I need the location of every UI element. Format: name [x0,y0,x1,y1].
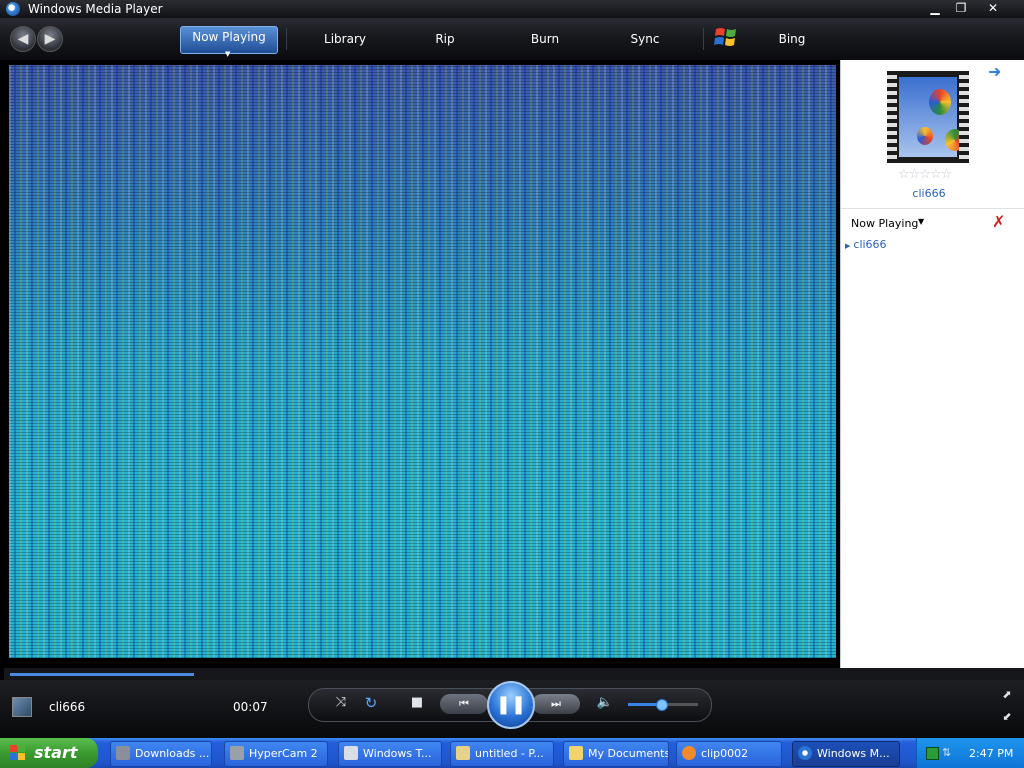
taskbar-item-label: HyperCam 2 [249,747,318,760]
volume-slider-thumb[interactable] [656,699,668,711]
start-button[interactable]: start [0,738,98,768]
album-art[interactable] [887,71,969,163]
taskbar-item-label: Downloads ... [135,747,210,760]
next-button[interactable]: ⏭ [532,694,580,714]
switch-to-library-icon[interactable]: ⬈ [1000,688,1014,701]
full-screen-icon[interactable]: ⬋ [1000,710,1014,723]
previous-button[interactable]: ⏮ [440,694,488,714]
folder-icon [569,746,583,760]
forward-button[interactable]: ▶ [37,26,63,52]
playlist-item[interactable]: ▶ cli666 [845,238,887,251]
nav-divider [703,28,704,50]
taskbar-item-windows-task[interactable]: Windows T... [338,741,442,767]
balloon-icon [917,127,933,145]
start-label: start [34,743,78,762]
media-icon [682,746,696,760]
tray-status-icon[interactable] [926,747,939,760]
taskbar-item-label: clip0002 [701,747,749,760]
taskbar-item-label: untitled - P... [475,747,544,760]
hypercam-icon [230,746,244,760]
taskbar-item-label: Windows T... [363,747,432,760]
nav-divider [286,28,287,50]
repeat-icon[interactable]: ↻ [362,694,380,712]
chevron-down-icon[interactable]: ▼ [918,217,924,226]
clear-list-icon[interactable]: ✗ [992,212,1005,231]
minimize-button[interactable]: ▁ [924,0,946,17]
title-bar: Windows Media Player ▁ ❐ ✕ [0,0,1024,18]
pane-divider [841,208,1024,209]
back-button[interactable]: ◀ [10,26,36,52]
nav-bar [0,18,1024,60]
tab-sync[interactable]: Sync [615,32,675,46]
taskbar-item-label: My Documents [588,747,669,760]
tab-bing[interactable]: Bing [760,32,824,46]
windows-flag-icon [10,745,25,760]
windows-flag-icon [714,28,736,46]
taskbar-item-clip[interactable]: clip0002 [676,741,782,767]
close-button[interactable]: ✕ [982,0,1004,17]
playlist-item-label: cli666 [853,238,887,251]
film-strip-icon [959,71,969,163]
taskbar-item-label: Windows M... [817,747,890,760]
tab-rip[interactable]: Rip [415,32,475,46]
track-title: cli666 [49,700,86,714]
playing-indicator-icon: ▶ [845,242,851,250]
tab-now-playing[interactable]: Now Playing ▼ [180,26,278,58]
restore-button[interactable]: ❐ [950,0,972,17]
taskbar-item-paint[interactable]: untitled - P... [450,741,554,767]
wmp-logo-icon [6,2,20,16]
taskbar-item-wmp[interactable]: Windows M... [792,741,900,767]
volume-icon[interactable]: 🔈 [596,695,614,710]
now-playing-thumbnail[interactable] [12,697,32,717]
shuffle-icon[interactable]: ⤨ [332,695,350,710]
tray-network-icon[interactable]: ⇅ [942,746,956,759]
tab-burn[interactable]: Burn [515,32,575,46]
now-playing-list-label[interactable]: Now Playing [851,217,918,230]
window-title: Windows Media Player [28,2,163,16]
video-display[interactable] [9,65,836,658]
downloads-icon [116,746,130,760]
taskbar-item-hypercam[interactable]: HyperCam 2 [224,741,328,767]
rating-stars[interactable]: ☆☆☆☆☆ [898,167,952,182]
taskbar-item-downloads[interactable]: Downloads ... [110,741,212,767]
paint-icon [456,746,470,760]
wmp-icon [798,746,812,760]
stop-icon[interactable]: ■ [408,695,426,710]
film-strip-icon [887,71,897,163]
tab-now-playing-label: Now Playing [192,30,266,44]
seek-progress [10,673,194,676]
tab-library[interactable]: Library [310,32,380,46]
balloon-icon [929,89,951,115]
previous-icon: ⏮ [459,697,469,710]
arrow-right-icon[interactable]: ➜ [988,62,1001,81]
album-art-image [899,77,965,157]
pause-icon: ❚❚ [495,694,527,715]
clock[interactable]: 2:47 PM [969,747,1013,760]
pause-button[interactable]: ❚❚ [487,681,535,729]
album-title-link[interactable]: cli666 [900,187,958,200]
elapsed-time: 00:07 [233,700,268,714]
taskbar-item-my-documents[interactable]: My Documents [563,741,669,767]
next-icon: ⏭ [551,697,561,710]
window-icon [344,746,358,760]
